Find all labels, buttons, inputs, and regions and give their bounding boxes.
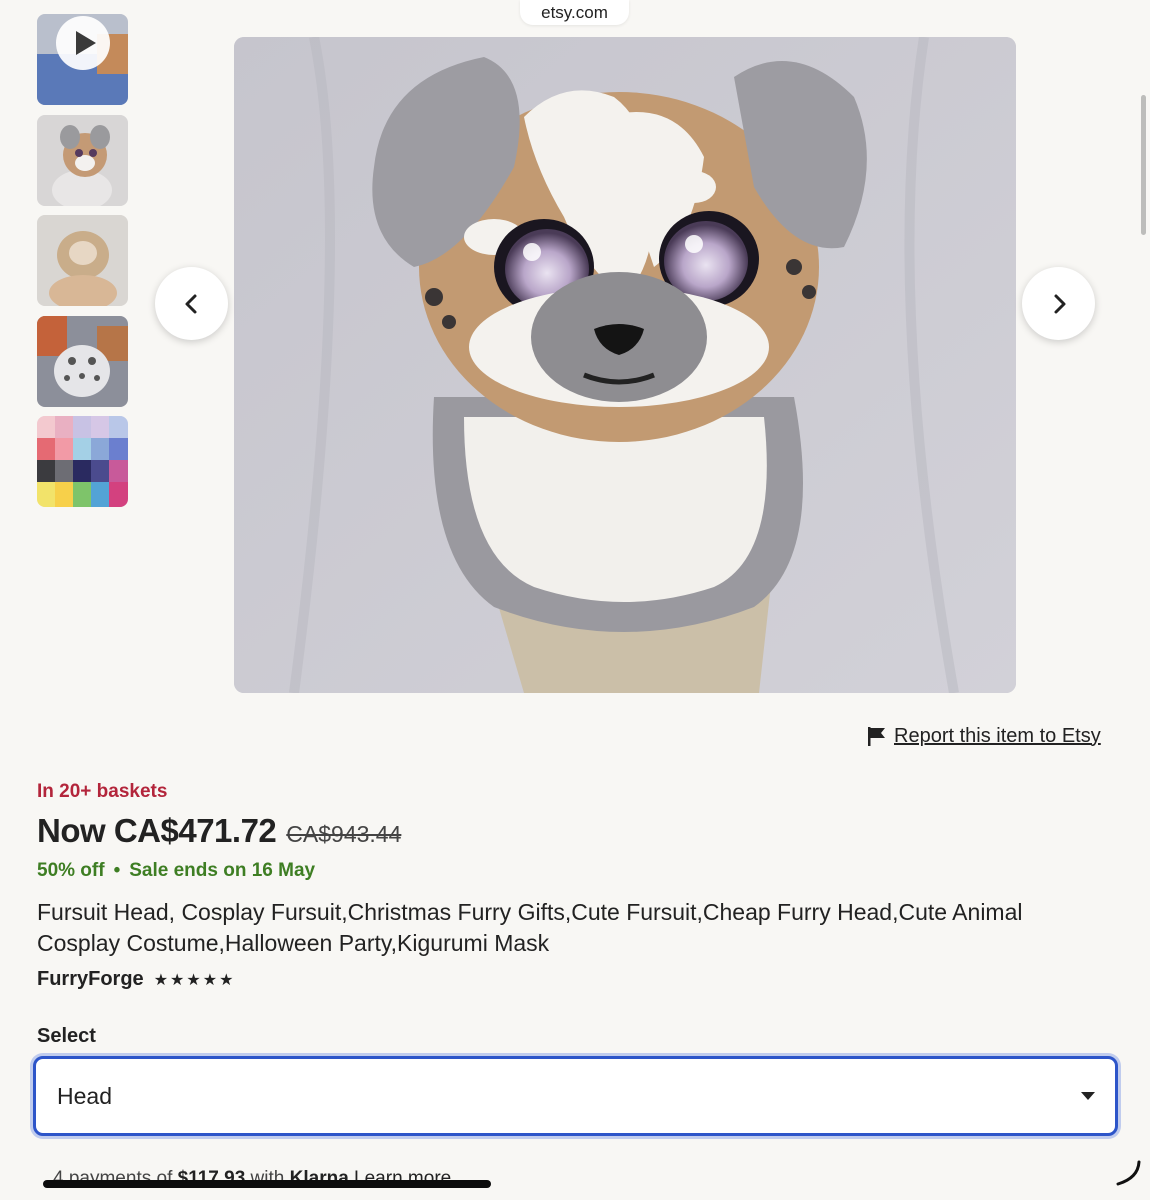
chevron-right-icon xyxy=(1054,294,1065,313)
product-title: Fursuit Head, Cosplay Fursuit,Christmas … xyxy=(37,899,1023,956)
report-item-link[interactable]: Report this item to Etsy xyxy=(866,724,1101,748)
report-link-label[interactable]: Report this item to Etsy xyxy=(894,725,1101,748)
star-rating: ★★★★★ xyxy=(153,971,236,989)
url-bar[interactable]: etsy.com xyxy=(520,0,629,25)
variation-label: Select xyxy=(37,1025,96,1047)
scrollbar[interactable] xyxy=(1141,95,1146,235)
original-price: CA$943.44 xyxy=(286,821,402,847)
chevron-down-icon xyxy=(1081,1092,1095,1100)
shop-info: FurryForge ★★★★★ xyxy=(37,968,235,991)
thumbnail-2[interactable] xyxy=(37,115,128,206)
baskets-badge: In 20+ baskets xyxy=(37,781,168,802)
home-indicator[interactable] xyxy=(43,1180,491,1188)
variation-select[interactable]: Head xyxy=(33,1056,1118,1136)
thumbnail-5[interactable] xyxy=(37,416,128,507)
thumbnail-4[interactable] xyxy=(37,316,128,407)
separator-dot: • xyxy=(113,860,121,881)
selected-option: Head xyxy=(57,1082,112,1109)
current-price: Now CA$471.72 xyxy=(37,812,277,849)
previous-image-button[interactable] xyxy=(155,267,228,340)
next-image-button[interactable] xyxy=(1022,267,1095,340)
sale-info: 50% off • Sale ends on 16 May xyxy=(37,860,315,882)
discount-label: 50% off xyxy=(37,860,105,881)
shop-name-link[interactable]: FurryForge xyxy=(37,968,144,991)
sale-end-label: Sale ends on 16 May xyxy=(129,860,316,881)
price-row: Now CA$471.72 CA$943.44 xyxy=(37,812,401,850)
main-product-image xyxy=(234,37,1016,693)
video-thumbnail[interactable] xyxy=(37,14,128,105)
chevron-left-icon xyxy=(185,294,196,313)
flag-icon xyxy=(868,727,885,746)
play-icon[interactable] xyxy=(56,16,110,70)
loading-spinner-icon xyxy=(1116,1160,1141,1186)
thumbnail-3[interactable] xyxy=(37,215,128,306)
